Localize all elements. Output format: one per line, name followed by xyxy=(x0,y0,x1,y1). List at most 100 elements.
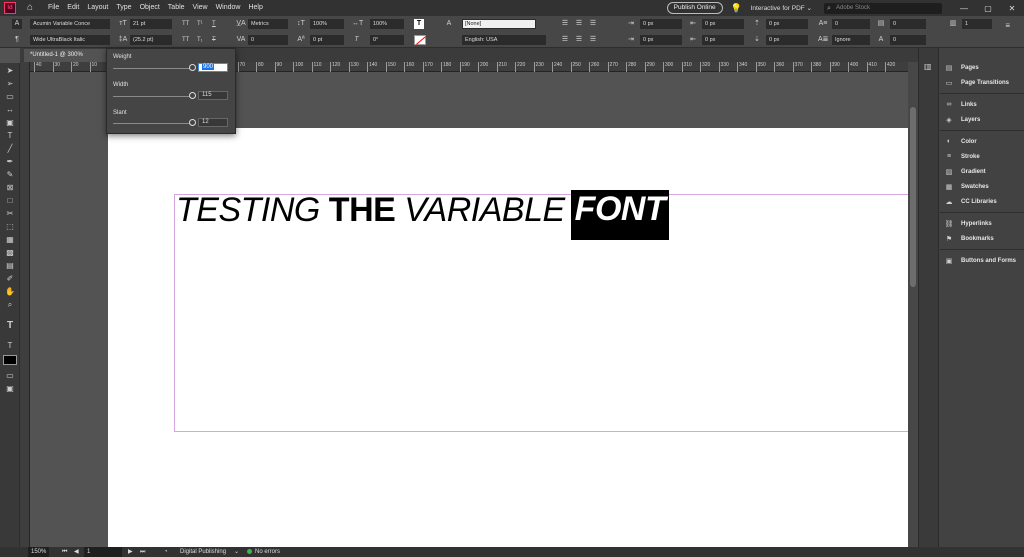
panel-stroke[interactable]: ≡ Stroke xyxy=(940,149,1024,164)
workspace-switcher[interactable]: Interactive for PDF ⌄ xyxy=(751,4,812,12)
panel-buttons-and-forms[interactable]: ▣ Buttons and Forms xyxy=(940,253,1024,268)
underline-button[interactable]: T xyxy=(212,19,216,29)
leading-field[interactable]: (25.2 pt) xyxy=(130,35,172,45)
panel-menu-icon[interactable]: ≡ xyxy=(1005,21,1010,30)
panel-bookmarks[interactable]: ⚑ Bookmarks xyxy=(940,231,1024,246)
align-center-icon[interactable]: ☰ xyxy=(574,19,584,29)
fill-stroke-icon[interactable]: T xyxy=(3,321,17,331)
panel-pages[interactable]: ▤ Pages xyxy=(940,60,1024,75)
align-left-icon[interactable]: ☰ xyxy=(560,19,570,29)
vertical-scroll-thumb[interactable] xyxy=(910,107,916,287)
font-style-field[interactable]: Wide UltraBlack Italic xyxy=(30,35,110,45)
preflight-status[interactable]: No errors xyxy=(247,547,280,557)
language-field[interactable]: English: USA xyxy=(462,35,546,45)
columns-field[interactable]: 1 xyxy=(962,19,992,29)
scissors-tool-icon[interactable]: ✂ xyxy=(3,209,17,219)
subscript-button[interactable]: T₁ xyxy=(197,35,203,45)
menu-help[interactable]: Help xyxy=(244,0,266,16)
vertical-scrollbar[interactable] xyxy=(908,62,918,547)
skew-field[interactable]: 0° xyxy=(370,35,404,45)
home-icon[interactable]: ⌂ xyxy=(24,2,36,14)
width-input[interactable]: 115 xyxy=(198,91,228,100)
gradient-feather-tool-icon[interactable]: ▩ xyxy=(3,248,17,258)
vertical-scale-field[interactable]: 100% xyxy=(310,19,344,29)
last-line-indent-field[interactable]: 0 px xyxy=(702,35,744,45)
space-after-field[interactable]: 0 px xyxy=(766,35,808,45)
panel-layers[interactable]: ◈ Layers xyxy=(940,112,1024,127)
menu-view[interactable]: View xyxy=(189,0,212,16)
minimize-button[interactable]: — xyxy=(952,4,976,13)
direct-selection-tool-icon[interactable]: ➢ xyxy=(3,79,17,89)
last-page-icon[interactable]: ⏭ xyxy=(140,547,145,557)
kerning-field[interactable]: Metrics xyxy=(248,19,288,29)
menu-edit[interactable]: Edit xyxy=(63,0,83,16)
font-family-field[interactable]: Acumin Variable Conce xyxy=(30,19,110,29)
preview-mode-icon[interactable]: ▣ xyxy=(3,384,17,394)
screen-mode-icon[interactable]: ▭ xyxy=(3,371,17,381)
tracking-field[interactable]: 0 xyxy=(248,35,288,45)
gradient-swatch-tool-icon[interactable]: ▦ xyxy=(3,235,17,245)
drop-cap-lines-field[interactable]: 0 xyxy=(832,19,870,29)
menu-window[interactable]: Window xyxy=(212,0,245,16)
type-tool-icon[interactable]: T xyxy=(3,131,17,141)
free-transform-tool-icon[interactable]: ⬚ xyxy=(3,222,17,232)
menu-type[interactable]: Type xyxy=(112,0,135,16)
maximize-button[interactable]: ▢ xyxy=(976,4,1000,13)
first-page-icon[interactable]: ⏮ xyxy=(62,547,67,557)
weight-slider-knob[interactable] xyxy=(189,64,197,71)
properties-icon[interactable]: ▥ xyxy=(924,62,932,71)
left-indent-field[interactable]: 0 px xyxy=(640,19,682,29)
hyphenation-field[interactable]: Ignore xyxy=(832,35,870,45)
apply-color-icon[interactable] xyxy=(3,355,17,365)
menu-table[interactable]: Table xyxy=(164,0,189,16)
menu-file[interactable]: File xyxy=(44,0,63,16)
panel-links[interactable]: ∞ Links xyxy=(940,97,1024,112)
align-right-icon[interactable]: ☰ xyxy=(588,19,598,29)
character-style-field[interactable]: [None] xyxy=(462,19,536,29)
formatting-affects-text-icon[interactable]: T xyxy=(3,341,17,351)
line-tool-icon[interactable]: ╱ xyxy=(3,144,17,154)
weight-input[interactable]: 900 xyxy=(198,63,228,72)
adobe-stock-search[interactable]: ⌕ Adobe Stock xyxy=(824,2,942,14)
superscript-button[interactable]: T¹ xyxy=(197,19,203,29)
character-formatting-icon[interactable]: A xyxy=(12,19,22,29)
baseline-shift-field[interactable]: 0 pt xyxy=(310,35,344,45)
right-indent-field[interactable]: 0 px xyxy=(702,19,744,29)
note-tool-icon[interactable]: ▤ xyxy=(3,261,17,271)
text-fill-icon[interactable]: T xyxy=(414,19,424,29)
selection-tool-icon[interactable]: ➤ xyxy=(3,66,17,76)
vertical-ruler[interactable] xyxy=(20,62,30,547)
horizontal-scale-field[interactable]: 100% xyxy=(370,19,404,29)
font-size-field[interactable]: 21 pt xyxy=(130,19,172,29)
lightbulb-icon[interactable]: 💡 xyxy=(731,2,742,14)
first-line-indent-field[interactable]: 0 px xyxy=(640,35,682,45)
close-window-button[interactable]: ✕ xyxy=(1000,4,1024,13)
zoom-level-field[interactable]: 150% xyxy=(28,547,50,557)
panel-cc-libraries[interactable]: ☁ CC Libraries xyxy=(940,194,1024,209)
rectangle-tool-icon[interactable]: □ xyxy=(3,196,17,206)
panel-color[interactable]: ◐ Color xyxy=(940,134,1024,149)
rectangle-frame-tool-icon[interactable]: ⊠ xyxy=(3,183,17,193)
space-before-field[interactable]: 0 px xyxy=(766,19,808,29)
headline-text-frame[interactable]: TESTING THE VARIABLE FONT xyxy=(176,190,670,240)
next-page-icon[interactable]: ▶ xyxy=(128,547,133,557)
stroke-none-swatch[interactable] xyxy=(414,35,426,45)
zoom-tool-icon[interactable]: ⌕ xyxy=(3,300,17,310)
shading-field[interactable]: 0 xyxy=(890,19,926,29)
hand-tool-icon[interactable]: ✋ xyxy=(3,287,17,297)
panel-swatches[interactable]: ▦ Swatches xyxy=(940,179,1024,194)
weight-slider-track[interactable] xyxy=(113,68,195,69)
document-tab[interactable]: *Untitled-1 @ 300% ✕ xyxy=(24,49,116,62)
page-tool-icon[interactable]: ▭ xyxy=(3,92,17,102)
slant-slider-knob[interactable] xyxy=(189,119,197,126)
width-slider-knob[interactable] xyxy=(189,92,197,99)
content-collector-icon[interactable]: ▣ xyxy=(3,118,17,128)
gap-tool-icon[interactable]: ↔ xyxy=(3,105,17,115)
prev-page-icon[interactable]: ◀ xyxy=(74,547,79,557)
small-caps-button[interactable]: TT xyxy=(182,35,189,45)
justify-all-icon[interactable]: ☰ xyxy=(588,35,598,45)
menu-object[interactable]: Object xyxy=(136,0,164,16)
slant-input[interactable]: 12 xyxy=(198,118,228,127)
page-number-field[interactable]: 1 xyxy=(84,547,122,557)
all-caps-button[interactable]: TT xyxy=(182,19,189,29)
